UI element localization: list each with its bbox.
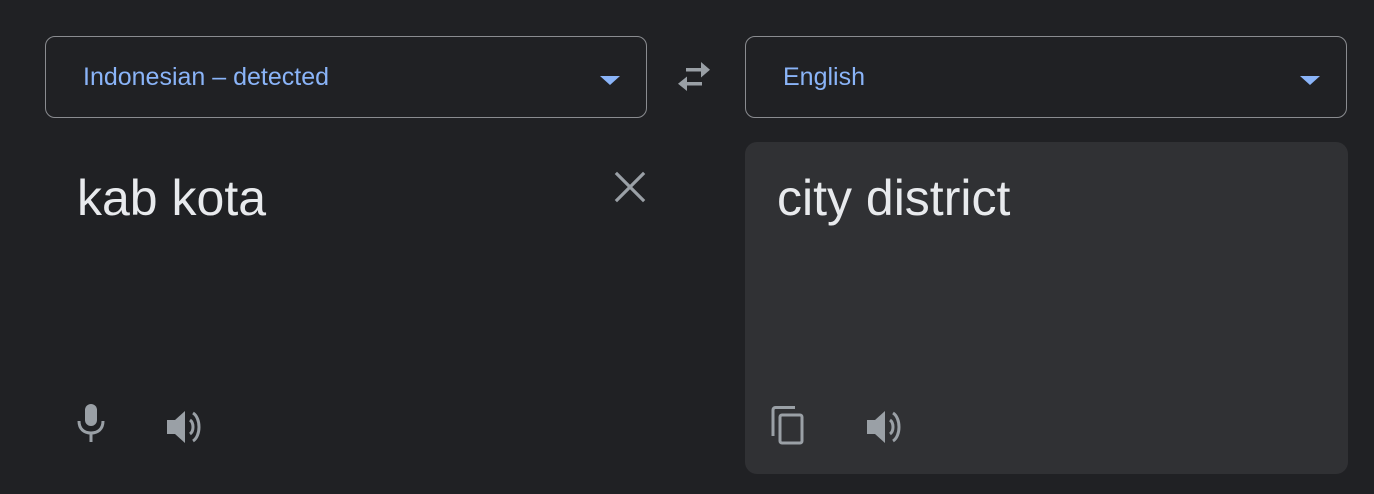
translation-output: city district	[745, 142, 1348, 474]
source-text-area[interactable]: kab kota	[45, 142, 647, 474]
chevron-down-icon	[1300, 76, 1320, 85]
translated-text: city district	[777, 170, 1011, 226]
close-icon	[614, 171, 646, 203]
swap-languages-icon	[678, 62, 710, 91]
speaker-icon	[867, 411, 901, 443]
translate-panel: Indonesian – detected English kab kota c…	[0, 0, 1374, 494]
source-language-select[interactable]: Indonesian – detected	[45, 36, 647, 118]
target-language-select[interactable]: English	[745, 36, 1347, 118]
voice-input-button[interactable]	[69, 402, 113, 446]
swap-languages-button[interactable]	[672, 60, 716, 96]
listen-translation-button[interactable]	[864, 405, 908, 449]
clear-source-button[interactable]	[613, 170, 647, 204]
chevron-down-icon	[600, 76, 620, 85]
source-text[interactable]: kab kota	[77, 168, 266, 228]
microphone-icon	[77, 404, 105, 442]
speaker-icon	[167, 411, 201, 443]
copy-translation-button[interactable]	[767, 404, 811, 448]
listen-source-button[interactable]	[164, 405, 208, 449]
copy-icon	[771, 406, 804, 445]
source-language-label: Indonesian – detected	[83, 63, 330, 91]
target-language-label: English	[783, 63, 865, 91]
